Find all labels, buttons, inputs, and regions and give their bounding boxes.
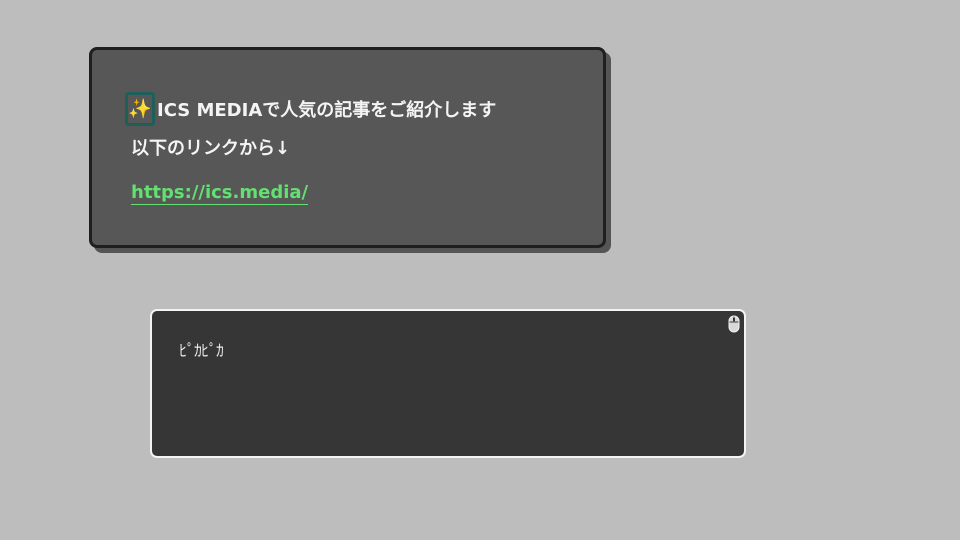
message-card: ✨ ICS MEDIAで人気の記事をご紹介します 以下のリンクから↓ https:… <box>89 47 606 248</box>
mouse-icon[interactable] <box>728 315 740 333</box>
ics-media-link[interactable]: https://ics.media/ <box>131 182 309 205</box>
card-line-2: 以下のリンクから↓ <box>131 138 291 159</box>
card-line-3: https://ics.media/ <box>131 181 309 205</box>
sparkle-icon[interactable]: ✨ <box>125 92 155 126</box>
dialogue-text: ﾋﾟｶﾋﾟｶ <box>179 341 224 360</box>
card-line-1-text: ICS MEDIAで人気の記事をご紹介します <box>157 100 497 121</box>
card-line-1: ✨ ICS MEDIAで人気の記事をご紹介します <box>125 92 497 128</box>
dialogue-text-box[interactable]: ﾋﾟｶﾋﾟｶ <box>150 309 746 458</box>
